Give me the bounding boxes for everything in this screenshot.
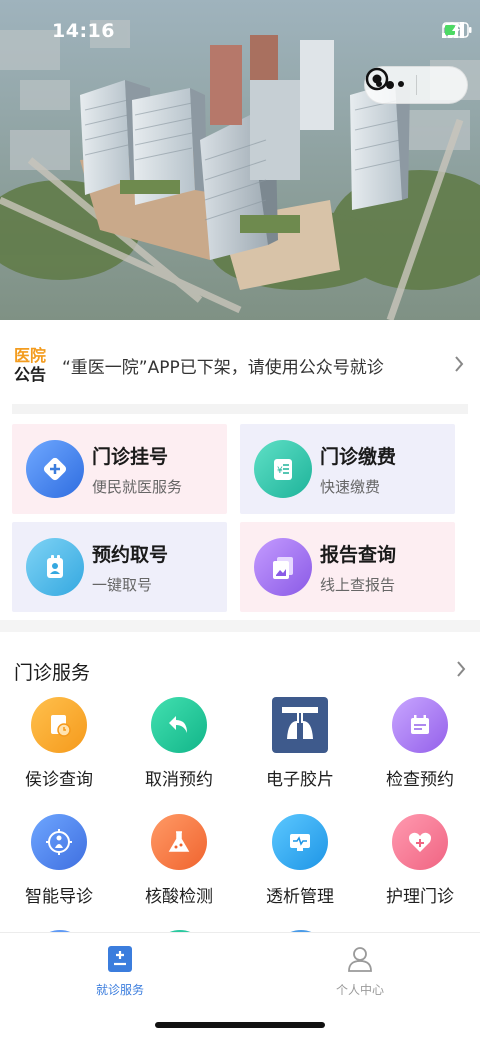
divider [12,404,468,414]
report-icon [254,538,312,596]
lungs-film-icon [272,697,328,753]
service-electronic-film[interactable]: 电子胶片 [245,697,355,807]
tab-label: 就诊服务 [95,983,144,997]
calendar-icon [392,697,448,753]
quick-card-subtitle: 便民就医服务 [92,478,183,496]
section-divider [0,620,480,632]
service-exam-booking[interactable]: 检查预约 [365,697,475,807]
service-queue-query[interactable]: 侯诊查询 [4,697,114,807]
service-label: 护理门诊 [386,887,454,907]
status-time: 14:16 [52,20,115,42]
tab-visit-services[interactable]: 就诊服务 [60,945,180,998]
service-label: 检查预约 [386,770,454,790]
tab-personal-center[interactable]: 个人中心 [300,945,420,998]
target-close-icon [365,67,389,91]
service-dialysis[interactable]: 透析管理 [245,814,355,924]
chevron-right-icon [455,356,464,372]
notice-badge: 医院 公告 [14,346,52,384]
home-indicator [155,1022,325,1028]
clipboard-plus-icon [108,946,132,972]
battery-charging-icon [442,22,472,38]
flask-icon [151,814,207,870]
quick-card-subtitle: 快速缴费 [320,478,381,496]
quick-card-subtitle: 线上查报告 [320,576,396,594]
heart-plus-icon [392,814,448,870]
service-label: 侯诊查询 [25,770,93,790]
notice-badge-line1: 医院 [14,346,47,365]
service-label: 取消预约 [145,770,213,790]
service-nursing-clinic[interactable]: 护理门诊 [365,814,475,924]
status-bar: 14:16 [0,0,480,62]
service-cancel-appointment[interactable]: 取消预约 [124,697,234,807]
service-label: 透析管理 [266,887,334,907]
quick-card-title: 报告查询 [320,544,397,566]
tab-label: 个人中心 [335,983,384,997]
register-icon [26,440,84,498]
compass-person-icon [31,814,87,870]
service-label: 智能导诊 [25,887,93,907]
ticket-icon [26,538,84,596]
hospital-notice-bar[interactable]: 医院 公告 “重医一院”APP已下架，请使用公众号就诊 [0,336,480,392]
quick-card-title: 预约取号 [92,544,169,566]
service-label: 电子胶片 [266,770,334,790]
quick-card-ticket[interactable]: 预约取号 一键取号 [12,522,227,612]
person-icon [348,947,372,972]
quick-card-payment[interactable]: ¥ 门诊缴费 快速缴费 [240,424,455,514]
section-title: 门诊服务 [14,662,91,684]
quick-card-title: 门诊挂号 [92,446,169,468]
svg-text:¥: ¥ [277,466,283,476]
quick-card-subtitle: 一键取号 [92,576,153,594]
hospital-banner-image: 14:16 [0,0,480,320]
quick-card-register[interactable]: 门诊挂号 便民就医服务 [12,424,227,514]
queue-clock-icon [31,697,87,753]
payment-icon: ¥ [254,440,312,498]
quick-card-report[interactable]: 报告查询 线上查报告 [240,522,455,612]
service-nucleic-test[interactable]: 核酸检测 [124,814,234,924]
service-smart-guide[interactable]: 智能导诊 [4,814,114,924]
notice-text: “重医一院”APP已下架，请使用公众号就诊 [62,358,384,378]
chevron-right-icon[interactable] [456,661,466,677]
quick-card-title: 门诊缴费 [320,446,397,468]
service-label: 核酸检测 [145,887,213,907]
undo-arrow-icon [151,697,207,753]
miniprogram-capsule [364,66,468,104]
notice-badge-line2: 公告 [14,365,47,384]
monitor-icon [272,814,328,870]
